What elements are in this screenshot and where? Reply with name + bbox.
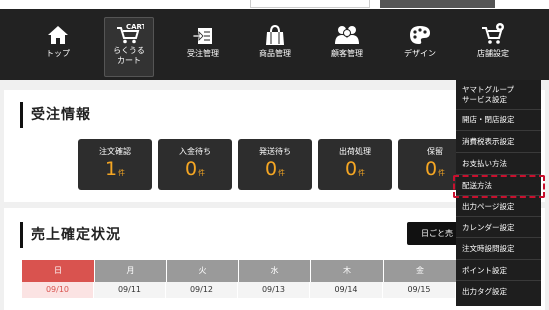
- nav-design[interactable]: デザイン: [395, 18, 445, 74]
- weekday-header: 金: [383, 260, 456, 282]
- stat-shipping-process[interactable]: 出荷処理 0件: [318, 139, 392, 190]
- stat-value: 0: [424, 158, 438, 180]
- stat-value: 0: [184, 158, 198, 180]
- stat-unit: 件: [278, 169, 286, 177]
- bag-icon: [260, 18, 290, 46]
- design-icon: [405, 18, 435, 46]
- stat-awaiting-payment[interactable]: 入金待ち 0件: [158, 139, 232, 190]
- top-dark-box[interactable]: [380, 0, 495, 8]
- stat-label: 入金待ち: [179, 147, 211, 156]
- stat-order-confirm[interactable]: 注文確認 1件: [78, 139, 152, 190]
- nav-top[interactable]: トップ: [33, 18, 83, 74]
- cart-icon: CART: [114, 22, 144, 44]
- nav-design-label: デザイン: [404, 49, 436, 58]
- weekday-header: 月: [94, 260, 166, 282]
- nav-shop-settings[interactable]: 店舗設定: [468, 18, 518, 74]
- weekday-header: 水: [238, 260, 310, 282]
- stat-label: 発送待ち: [259, 147, 291, 156]
- nav-rakuuru-cart-label: らくうる カート: [113, 46, 145, 65]
- nav-product-management[interactable]: 商品管理: [250, 18, 300, 74]
- stat-awaiting-shipment[interactable]: 発送待ち 0件: [238, 139, 312, 190]
- calendar-date[interactable]: 09/14: [310, 282, 383, 298]
- stat-unit: 件: [358, 169, 366, 177]
- nav-top-label: トップ: [46, 49, 70, 58]
- stat-label: 出荷処理: [339, 147, 371, 156]
- orders-title: 受注情報: [20, 102, 91, 128]
- shipping-methods-highlight: [453, 175, 545, 198]
- shop-settings-icon: [478, 18, 508, 46]
- main-nav: トップ CART らくうる カート 受注管理 商品管理 顧客管理: [0, 9, 549, 80]
- calendar-date[interactable]: 09/11: [94, 282, 166, 298]
- menu-item-yamato-settings[interactable]: ヤマトグループ サービス設定: [456, 80, 541, 110]
- users-icon: [332, 18, 362, 46]
- stat-value: 1: [104, 158, 118, 180]
- nav-order-management[interactable]: 受注管理: [178, 18, 228, 74]
- menu-item-tax-display-settings[interactable]: 消費税表示設定: [456, 131, 541, 153]
- nav-customer-management[interactable]: 顧客管理: [322, 18, 372, 74]
- top-dropdown-box[interactable]: [250, 0, 370, 8]
- weekday-header: 火: [166, 260, 238, 282]
- menu-item-calendar-settings[interactable]: カレンダー設定: [456, 217, 541, 238]
- calendar-date[interactable]: 09/10: [22, 282, 94, 298]
- menu-item-payment-methods[interactable]: お支払い方法: [456, 153, 541, 175]
- stat-value: 0: [344, 158, 358, 180]
- cart-badge-text: CART: [126, 23, 144, 31]
- sales-title: 売上確定状況: [20, 222, 121, 248]
- stat-unit: 件: [118, 169, 126, 177]
- weekday-header: 日: [22, 260, 94, 282]
- menu-item-point-settings[interactable]: ポイント設定: [456, 260, 541, 281]
- calendar-date[interactable]: 09/13: [238, 282, 310, 298]
- stat-value: 0: [264, 158, 278, 180]
- stat-label: 注文確認: [99, 147, 131, 156]
- home-icon: [43, 18, 73, 46]
- menu-item-open-close-settings[interactable]: 開店・閉店設定: [456, 110, 541, 131]
- calendar-date[interactable]: 09/12: [166, 282, 238, 298]
- weekday-header: 木: [310, 260, 383, 282]
- nav-customer-management-label: 顧客管理: [331, 49, 363, 58]
- nav-shop-settings-label: 店舗設定: [477, 49, 509, 58]
- nav-order-management-label: 受注管理: [187, 49, 219, 58]
- order-icon: [188, 18, 218, 46]
- menu-item-order-questions-settings[interactable]: 注文時設問設定: [456, 238, 541, 260]
- nav-rakuuru-cart[interactable]: CART らくうる カート: [104, 17, 154, 77]
- top-strip: [0, 0, 549, 9]
- nav-product-management-label: 商品管理: [259, 49, 291, 58]
- stat-unit: 件: [438, 169, 446, 177]
- menu-item-output-tag-settings[interactable]: 出力タグ設定: [456, 281, 541, 303]
- menu-item-output-page-settings[interactable]: 出力ページ設定: [456, 196, 541, 217]
- stat-unit: 件: [198, 169, 206, 177]
- calendar-date[interactable]: 09/15: [383, 282, 456, 298]
